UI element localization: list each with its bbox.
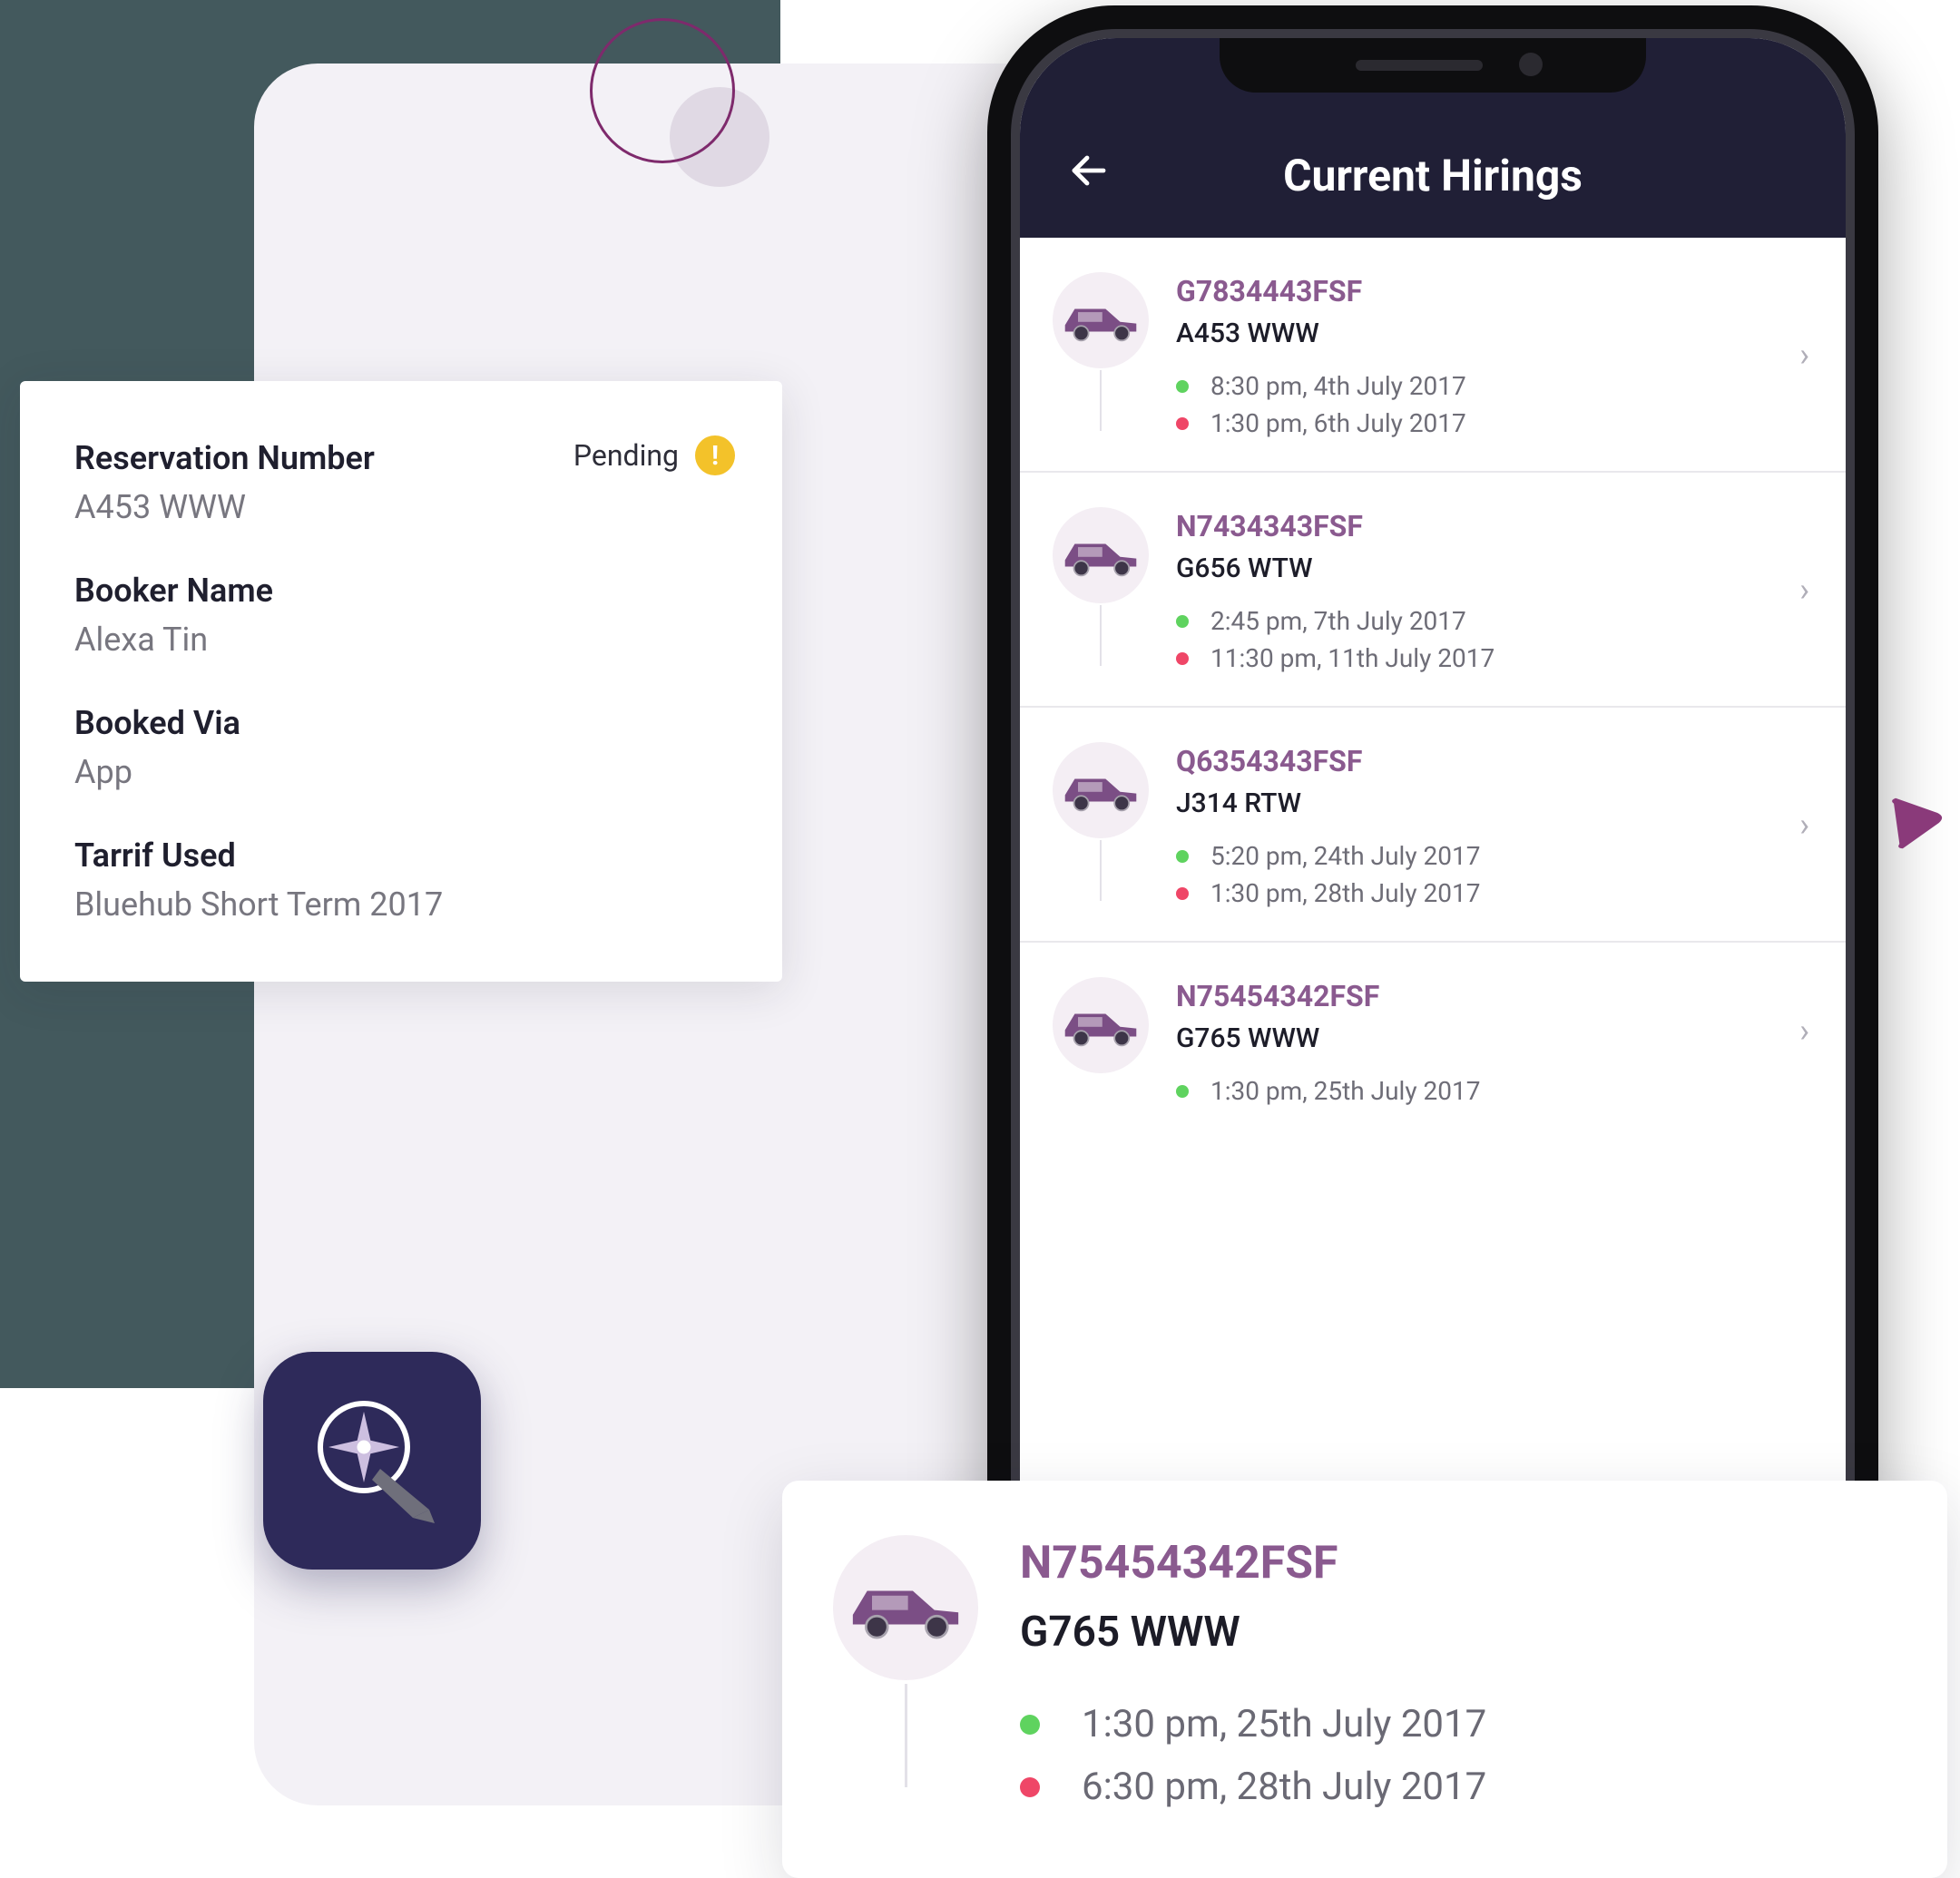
hiring-id: N75454342FSF — [1020, 1537, 1889, 1589]
app-compass-icon — [263, 1352, 481, 1570]
booked-via-value: App — [74, 753, 728, 791]
booked-via-label: Booked Via — [74, 704, 728, 742]
hiring-plate: G765 WWW — [1020, 1608, 1889, 1657]
chevron-right-icon: › — [1799, 571, 1809, 609]
reservation-detail-card: Pending ! Reservation Number A453 WWW Bo… — [20, 381, 782, 982]
end-time-row: 1:30 pm, 6th July 2017 — [1176, 405, 1802, 442]
hiring-item[interactable]: N75454342FSF G765 WWW 1:30 pm, 25th July… — [1020, 943, 1846, 1119]
car-icon — [833, 1535, 978, 1680]
hiring-detail-popout[interactable]: N75454342FSF G765 WWW 1:30 pm, 25th July… — [782, 1481, 1947, 1878]
start-dot-icon — [1176, 850, 1189, 863]
hiring-item[interactable]: Q6354343FSF J314 RTW 5:20 pm, 24th July … — [1020, 708, 1846, 943]
timeline-line — [1100, 840, 1102, 901]
start-dot-icon — [1176, 615, 1189, 628]
back-button[interactable] — [1063, 145, 1114, 196]
end-dot-icon — [1176, 652, 1189, 665]
deco-triangle-icon — [1884, 789, 1947, 853]
page-title: Current Hirings — [1063, 150, 1802, 201]
start-time-row: 1:30 pm, 25th July 2017 — [1020, 1693, 1889, 1756]
start-dot-icon — [1020, 1715, 1040, 1735]
booker-name-label: Booker Name — [74, 572, 728, 610]
start-time: 1:30 pm, 25th July 2017 — [1210, 1076, 1481, 1106]
timeline-line — [1100, 605, 1102, 666]
chevron-right-icon: › — [1799, 1012, 1809, 1050]
start-time-row: 5:20 pm, 24th July 2017 — [1176, 837, 1802, 875]
booker-name-value: Alexa Tin — [74, 621, 728, 659]
start-dot-icon — [1176, 380, 1189, 393]
car-icon — [1053, 272, 1149, 368]
hiring-plate: G765 WWW — [1176, 1022, 1802, 1054]
timeline-line — [905, 1684, 907, 1787]
hiring-plate: G656 WTW — [1176, 553, 1802, 584]
start-time-row: 8:30 pm, 4th July 2017 — [1176, 367, 1802, 405]
start-dot-icon — [1176, 1085, 1189, 1098]
car-icon — [1053, 977, 1149, 1073]
end-dot-icon — [1176, 887, 1189, 900]
warning-icon: ! — [695, 435, 735, 475]
hiring-item[interactable]: G7834443FSF A453 WWW 8:30 pm, 4th July 2… — [1020, 238, 1846, 473]
arrow-left-icon — [1067, 149, 1111, 192]
start-time: 5:20 pm, 24th July 2017 — [1210, 841, 1481, 871]
tariff-used-value: Bluehub Short Term 2017 — [74, 885, 728, 924]
car-icon — [1053, 742, 1149, 838]
phone-screen: Current Hirings G7834443FSF A453 WWW 8:3… — [1011, 29, 1855, 1633]
chevron-right-icon: › — [1799, 806, 1809, 844]
end-time: 11:30 pm, 11th July 2017 — [1210, 643, 1494, 673]
hiring-id: N75454342FSF — [1176, 979, 1802, 1013]
timeline-line — [1100, 370, 1102, 431]
car-icon — [1053, 507, 1149, 603]
start-time: 2:45 pm, 7th July 2017 — [1210, 606, 1466, 636]
hirings-list[interactable]: G7834443FSF A453 WWW 8:30 pm, 4th July 2… — [1020, 238, 1846, 1624]
end-time: 1:30 pm, 28th July 2017 — [1210, 878, 1481, 908]
hiring-plate: A453 WWW — [1176, 318, 1802, 349]
hiring-plate: J314 RTW — [1176, 787, 1802, 819]
start-time-row: 2:45 pm, 7th July 2017 — [1176, 602, 1802, 640]
deco-circle-outline — [590, 18, 735, 163]
phone-frame: Current Hirings G7834443FSF A453 WWW 8:3… — [987, 5, 1878, 1657]
end-time-row: 11:30 pm, 11th July 2017 — [1176, 640, 1802, 677]
phone-notch — [1220, 38, 1646, 93]
end-time-row: 6:30 pm, 28th July 2017 — [1020, 1756, 1889, 1818]
reservation-number-value: A453 WWW — [74, 488, 728, 526]
tariff-used-label: Tarrif Used — [74, 836, 728, 875]
start-time: 8:30 pm, 4th July 2017 — [1210, 371, 1466, 401]
status-text: Pending — [573, 438, 679, 473]
end-dot-icon — [1020, 1777, 1040, 1797]
start-time: 1:30 pm, 25th July 2017 — [1082, 1702, 1486, 1746]
hiring-id: Q6354343FSF — [1176, 744, 1802, 778]
chevron-right-icon: › — [1799, 336, 1809, 374]
start-time-row: 1:30 pm, 25th July 2017 — [1176, 1072, 1802, 1110]
end-time: 1:30 pm, 6th July 2017 — [1210, 408, 1466, 438]
end-time: 6:30 pm, 28th July 2017 — [1082, 1765, 1486, 1809]
hiring-id: G7834443FSF — [1176, 274, 1802, 308]
end-dot-icon — [1176, 417, 1189, 430]
hiring-item[interactable]: N7434343FSF G656 WTW 2:45 pm, 7th July 2… — [1020, 473, 1846, 708]
hiring-id: N7434343FSF — [1176, 509, 1802, 543]
status-badge: Pending ! — [573, 435, 735, 475]
end-time-row: 1:30 pm, 28th July 2017 — [1176, 875, 1802, 912]
